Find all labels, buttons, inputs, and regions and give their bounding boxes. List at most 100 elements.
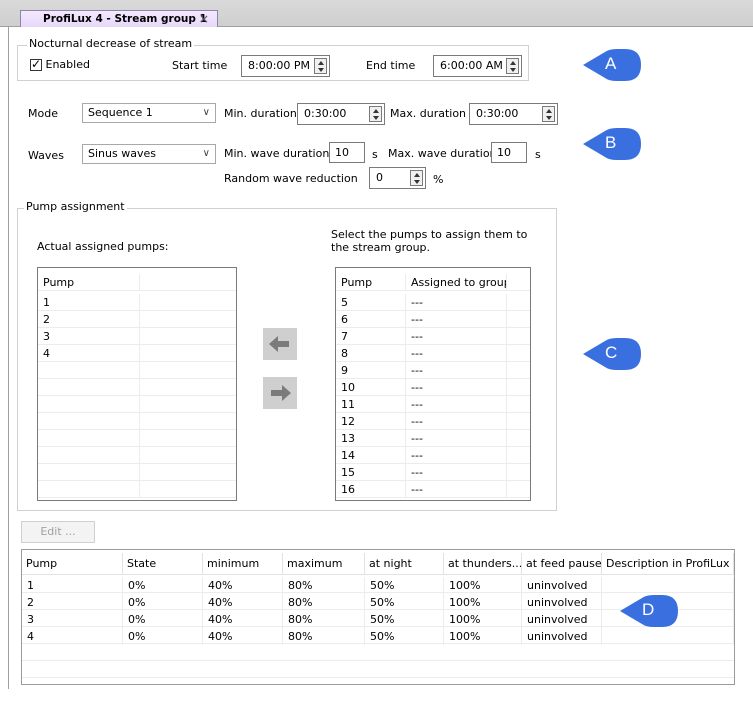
list-item[interactable]: 10 --- — [336, 379, 530, 396]
max-wave-duration-label: Max. wave duration — [388, 147, 497, 160]
column-header-assigned[interactable]: Assigned to group — [406, 274, 507, 291]
spin-updown-icon[interactable] — [542, 106, 555, 122]
column-header[interactable]: at night — [365, 553, 444, 575]
mode-label: Mode — [28, 107, 58, 120]
empty-row — [38, 362, 236, 379]
arrow-right-icon — [271, 385, 291, 401]
arrow-left-icon — [269, 336, 289, 352]
list-item[interactable]: 6 --- — [336, 311, 530, 328]
start-time-label: Start time — [172, 59, 228, 72]
max-duration-value: 0:30:00 — [476, 107, 519, 120]
list-item[interactable]: 5 --- — [336, 294, 530, 311]
end-time-label: End time — [366, 59, 416, 72]
column-header[interactable]: maximum — [283, 553, 365, 575]
list-item[interactable]: 14 --- — [336, 447, 530, 464]
close-icon[interactable]: × — [199, 11, 209, 28]
empty-row — [38, 396, 236, 413]
random-wave-unit: % — [433, 173, 444, 186]
min-duration-value: 0:30:00 — [304, 107, 347, 120]
start-time-field[interactable]: 8:00:00 PM — [241, 55, 330, 77]
min-wave-unit: s — [372, 148, 378, 161]
chevron-down-icon: ∨ — [202, 148, 210, 159]
pump-assignment-legend: Pump assignment — [24, 200, 127, 213]
min-wave-duration-label: Min. wave duration — [224, 147, 330, 160]
available-header-row: Pump Assigned to group — [336, 274, 530, 291]
list-item[interactable]: 12 --- — [336, 413, 530, 430]
column-header-pump[interactable]: Pump — [38, 274, 140, 291]
callout-d: D — [620, 595, 678, 627]
assigned-pumps-list[interactable]: Pump 1 2 3 4 — [37, 267, 237, 501]
min-wave-duration-field[interactable]: 10 — [329, 142, 365, 163]
min-duration-field[interactable]: 0:30:00 — [297, 103, 385, 125]
table-row[interactable]: 4 0% 40% 80% 50% 100% uninvolved — [22, 628, 734, 645]
column-header-pump[interactable]: Pump — [336, 274, 406, 291]
waves-label: Waves — [28, 149, 64, 162]
list-item[interactable]: 2 — [38, 311, 236, 328]
move-left-button[interactable] — [263, 328, 297, 360]
callout-c: C — [583, 338, 641, 370]
list-item[interactable]: 7 --- — [336, 328, 530, 345]
empty-row — [38, 413, 236, 430]
mode-select[interactable]: Sequence 1 ∨ — [82, 103, 216, 123]
empty-row — [22, 662, 734, 678]
tab-title: ProfiLux 4 - Stream group 1 — [43, 13, 207, 25]
max-duration-label: Max. duration — [390, 107, 467, 120]
tab-stream-group-1[interactable]: ProfiLux 4 - Stream group 1 × — [20, 10, 218, 28]
move-right-button[interactable] — [263, 377, 297, 409]
column-header[interactable]: at feed pause — [522, 553, 602, 575]
spin-updown-icon[interactable] — [410, 170, 423, 186]
empty-row — [38, 481, 236, 498]
spin-updown-icon[interactable] — [369, 106, 382, 122]
list-item[interactable]: 11 --- — [336, 396, 530, 413]
callout-a: A — [583, 49, 641, 81]
list-item[interactable]: 4 — [38, 345, 236, 362]
empty-row — [38, 464, 236, 481]
list-item[interactable]: 8 --- — [336, 345, 530, 362]
assigned-header-row: Pump — [38, 274, 236, 291]
empty-row — [38, 430, 236, 447]
check-icon — [30, 57, 42, 71]
table-header-row: Pump State minimum maximum at night at t… — [22, 553, 734, 575]
min-duration-label: Min. duration — [224, 107, 297, 120]
column-header[interactable]: at thunders... — [444, 553, 522, 575]
max-wave-unit: s — [535, 148, 541, 161]
list-item[interactable]: 1 — [38, 294, 236, 311]
chevron-down-icon: ∨ — [202, 107, 210, 118]
table-row[interactable]: 1 0% 40% 80% 50% 100% uninvolved — [22, 577, 734, 594]
random-wave-value: 0 — [376, 171, 383, 184]
callout-b: B — [583, 128, 641, 160]
random-wave-field[interactable]: 0 — [369, 167, 426, 189]
waves-select[interactable]: Sinus waves ∨ — [82, 144, 216, 164]
waves-value: Sinus waves — [88, 147, 156, 160]
max-wave-duration-field[interactable]: 10 — [491, 142, 527, 163]
end-time-value: 6:00:00 AM — [440, 59, 503, 72]
empty-row — [38, 447, 236, 464]
column-header[interactable]: Description in ProfiLux — [602, 553, 734, 575]
min-wave-duration-value: 10 — [335, 146, 349, 159]
edit-button[interactable]: Edit ... — [21, 521, 95, 543]
list-item[interactable]: 9 --- — [336, 362, 530, 379]
empty-row — [22, 645, 734, 661]
select-pumps-label: Select the pumps to assign them to the s… — [331, 228, 528, 254]
random-wave-label: Random wave reduction — [224, 172, 358, 185]
enabled-label: Enabled — [45, 58, 90, 71]
nocturnal-legend: Nocturnal decrease of stream — [27, 37, 195, 50]
start-time-value: 8:00:00 PM — [248, 59, 311, 72]
enabled-checkbox[interactable]: Enabled — [30, 57, 90, 71]
empty-row — [38, 379, 236, 396]
spin-updown-icon[interactable] — [506, 58, 519, 74]
max-duration-field[interactable]: 0:30:00 — [469, 103, 558, 125]
list-item[interactable]: 13 --- — [336, 430, 530, 447]
list-item[interactable]: 16 --- — [336, 481, 530, 498]
list-item[interactable]: 15 --- — [336, 464, 530, 481]
column-header[interactable]: minimum — [203, 553, 283, 575]
end-time-field[interactable]: 6:00:00 AM — [433, 55, 522, 77]
available-pumps-list[interactable]: Pump Assigned to group 5 --- 6 --- 7 --- 8-… — [335, 267, 531, 501]
list-item[interactable]: 3 — [38, 328, 236, 345]
max-wave-duration-value: 10 — [497, 146, 511, 159]
assigned-pumps-label: Actual assigned pumps: — [37, 240, 169, 253]
spin-updown-icon[interactable] — [314, 58, 327, 74]
column-header[interactable]: State — [123, 553, 203, 575]
column-header[interactable]: Pump — [22, 553, 123, 575]
mode-value: Sequence 1 — [88, 106, 153, 119]
